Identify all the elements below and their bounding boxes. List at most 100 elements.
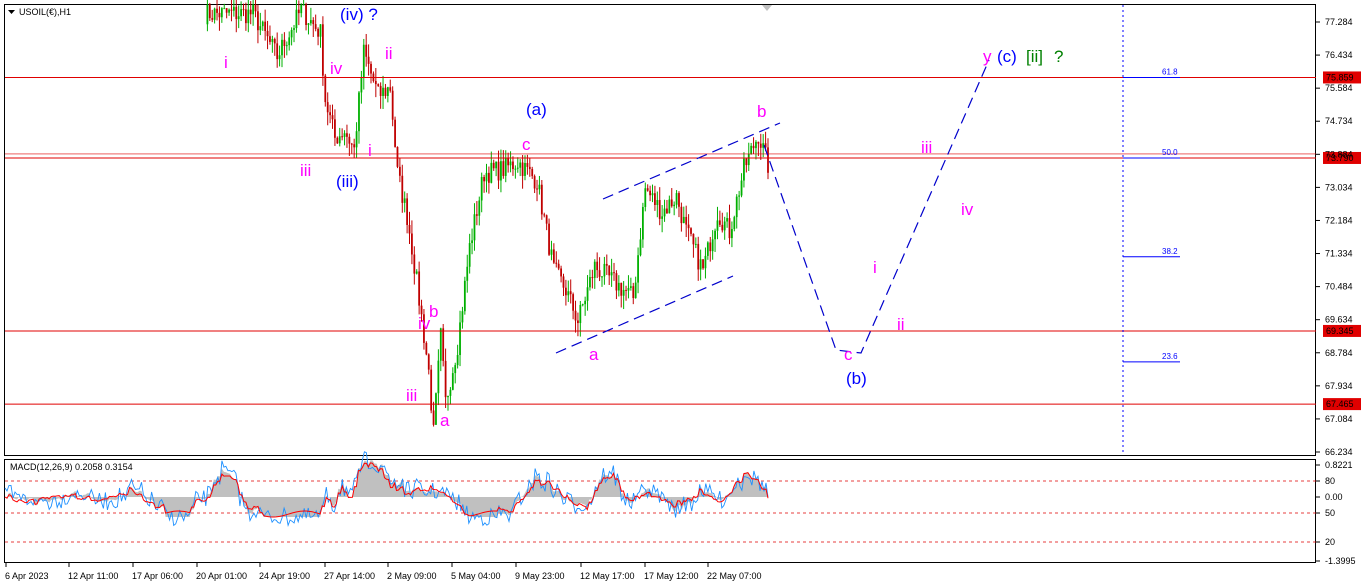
- time-axis-label: 20 Apr 01:00: [196, 571, 247, 581]
- time-axis-label: 2 May 09:00: [387, 571, 437, 581]
- candle-body: [721, 224, 724, 231]
- candle-body: [586, 287, 589, 301]
- candle-body: [706, 242, 709, 256]
- candle-body: [295, 9, 298, 29]
- candle-body: [305, 4, 307, 25]
- candle-body: [492, 162, 495, 169]
- candle-body: [281, 39, 283, 56]
- candle-body: [444, 360, 447, 398]
- candle-body: [521, 162, 524, 176]
- candle-body: [593, 261, 596, 278]
- candle-body: [690, 228, 692, 234]
- candle-body: [459, 322, 461, 356]
- fib-level-label: 23.6: [1162, 352, 1178, 361]
- candle-body: [377, 84, 380, 86]
- candle-body: [420, 305, 423, 315]
- candle-body: [658, 200, 661, 219]
- candle-body: [605, 263, 608, 266]
- candle-body: [228, 9, 230, 13]
- candle-body: [536, 188, 538, 190]
- candle-body: [461, 311, 464, 323]
- candle-body: [562, 276, 565, 288]
- candle-body: [639, 239, 642, 256]
- macd-axis-label: -1.3995: [1325, 556, 1356, 566]
- price-axis-label: 76.434: [1325, 50, 1353, 60]
- candle-body: [644, 188, 647, 208]
- macd-plot-area[interactable]: [4, 459, 1316, 563]
- candle-body: [500, 161, 502, 181]
- candle-body: [449, 389, 452, 396]
- candle-body: [509, 161, 512, 166]
- candle-body: [319, 24, 322, 37]
- candle-body: [406, 198, 409, 225]
- wave-label: c: [522, 135, 531, 154]
- candle-body: [538, 184, 541, 190]
- candle-body: [418, 271, 421, 306]
- wave-label: iv: [961, 200, 974, 219]
- candle-body: [353, 144, 356, 148]
- candle-body: [767, 147, 769, 173]
- candle-body: [317, 28, 319, 37]
- wave-label: c: [844, 345, 853, 364]
- candle-body: [273, 39, 276, 44]
- candle-body: [581, 304, 584, 306]
- price-axis-label: 69.634: [1325, 315, 1353, 325]
- candle-body: [637, 255, 639, 283]
- fib-level-label: 50.0: [1162, 148, 1178, 157]
- candle-body: [216, 8, 218, 13]
- candle-body: [577, 320, 579, 324]
- candle-body: [346, 133, 348, 137]
- candle-body: [670, 199, 673, 207]
- candle-body: [439, 328, 442, 361]
- wave-label: i: [224, 53, 228, 72]
- candle-body: [524, 162, 526, 176]
- time-axis-label: 9 May 23:00: [515, 571, 565, 581]
- candle-body: [321, 24, 324, 76]
- candle-body: [668, 199, 671, 214]
- candle-body: [740, 180, 743, 196]
- candle-body: [584, 300, 587, 305]
- candle-body: [572, 294, 575, 311]
- wave-label: i: [873, 258, 877, 277]
- candle-body: [218, 12, 221, 18]
- candle-body: [394, 119, 396, 147]
- candle-body: [579, 304, 582, 324]
- candle-body: [531, 169, 534, 177]
- candle-body: [386, 87, 389, 96]
- candle-body: [699, 259, 702, 270]
- candle-body: [235, 6, 238, 20]
- candle-body: [468, 243, 471, 267]
- candle-body: [550, 249, 553, 255]
- candle-body: [716, 220, 719, 231]
- candle-body: [252, 4, 255, 15]
- candle-body: [278, 55, 281, 60]
- candle-body: [326, 102, 329, 113]
- candle-body: [437, 360, 440, 394]
- candle-body: [507, 157, 510, 166]
- candle-body: [343, 133, 346, 137]
- price-axis-label: 72.184: [1325, 215, 1353, 225]
- main-plot-area[interactable]: [4, 4, 1316, 456]
- candle-body: [374, 80, 377, 85]
- candle-body: [745, 158, 748, 166]
- candle-body: [389, 87, 392, 91]
- price-axis-label: 75.584: [1325, 83, 1353, 93]
- candle-body: [673, 204, 676, 207]
- candle-body: [242, 9, 245, 11]
- candle-body: [230, 9, 233, 11]
- candle-body: [495, 161, 498, 169]
- time-axis-label: 12 May 17:00: [580, 571, 635, 581]
- candle-body: [259, 26, 262, 31]
- candle-body: [497, 161, 500, 181]
- candle-body: [348, 136, 351, 144]
- candle-body: [285, 45, 288, 47]
- candle-body: [379, 85, 382, 96]
- candle-body: [533, 176, 536, 189]
- candle-body: [413, 254, 416, 274]
- candle-body: [396, 146, 399, 167]
- wave-label: iii: [406, 386, 417, 405]
- chart-root[interactable]: 75.85973.79069.34567.465 61.850.038.223.…: [0, 0, 1366, 588]
- candle-body: [473, 214, 476, 241]
- candle-body: [223, 8, 226, 10]
- macd-axis-label: 0.8221: [1325, 460, 1353, 470]
